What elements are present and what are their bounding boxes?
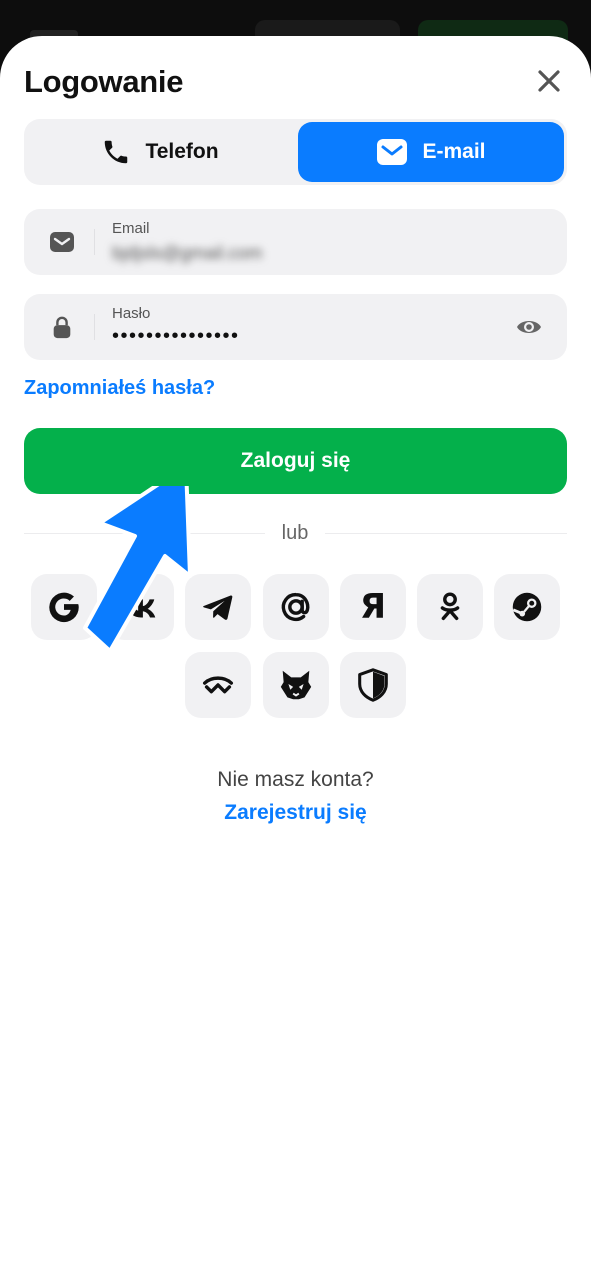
phone-icon	[105, 140, 128, 164]
lock-icon	[53, 316, 71, 339]
no-account-text: Nie masz konta?	[217, 768, 374, 791]
forgot-password-link[interactable]: Zapomniałeś hasła?	[24, 377, 215, 400]
field-separator	[94, 314, 95, 340]
yandex-icon: Я	[359, 587, 387, 627]
password-label: Hasło	[112, 305, 151, 322]
odnoklassniki-icon	[440, 592, 460, 621]
login-button[interactable]: Zaloguj się	[24, 428, 567, 494]
metamask-icon	[280, 670, 312, 700]
tab-email-label: E-mail	[422, 140, 486, 163]
email-value: bjdjsls@gmail.com	[112, 243, 263, 263]
password-field[interactable]: Hasło •••••••••••••••	[24, 294, 567, 360]
pointer-arrow-icon	[83, 486, 192, 653]
shield-icon	[358, 668, 388, 702]
shield-login-button[interactable]	[340, 652, 406, 718]
envelope-icon	[377, 139, 408, 165]
envelope-icon	[50, 232, 74, 252]
tab-phone-label: Telefon	[145, 140, 219, 163]
mail-ru-icon	[281, 592, 310, 622]
register-link[interactable]: Zarejestruj się	[0, 801, 591, 825]
close-icon	[538, 70, 560, 92]
login-sheet: Logowanie Telefon E-mail Email bjdjsls@g…	[0, 36, 591, 1280]
email-label: Email	[112, 220, 150, 237]
field-separator	[94, 229, 95, 255]
metamask-login-button[interactable]	[263, 652, 329, 718]
odnoklassniki-login-button[interactable]	[417, 574, 483, 640]
mail-ru-login-button[interactable]	[263, 574, 329, 640]
email-field[interactable]: Email bjdjsls@gmail.com	[24, 209, 567, 275]
eye-icon[interactable]	[516, 316, 542, 338]
login-method-switch: Telefon E-mail	[24, 119, 567, 185]
tab-email[interactable]: E-mail	[298, 122, 564, 182]
yandex-login-button[interactable]: Я	[340, 574, 406, 640]
steam-icon	[512, 592, 542, 622]
or-label: lub	[265, 522, 325, 545]
steam-login-button[interactable]	[494, 574, 560, 640]
close-button[interactable]	[532, 64, 566, 98]
password-value: •••••••••••••••	[112, 325, 240, 347]
page-title: Logowanie	[24, 64, 184, 99]
tab-phone[interactable]: Telefon	[27, 122, 293, 182]
